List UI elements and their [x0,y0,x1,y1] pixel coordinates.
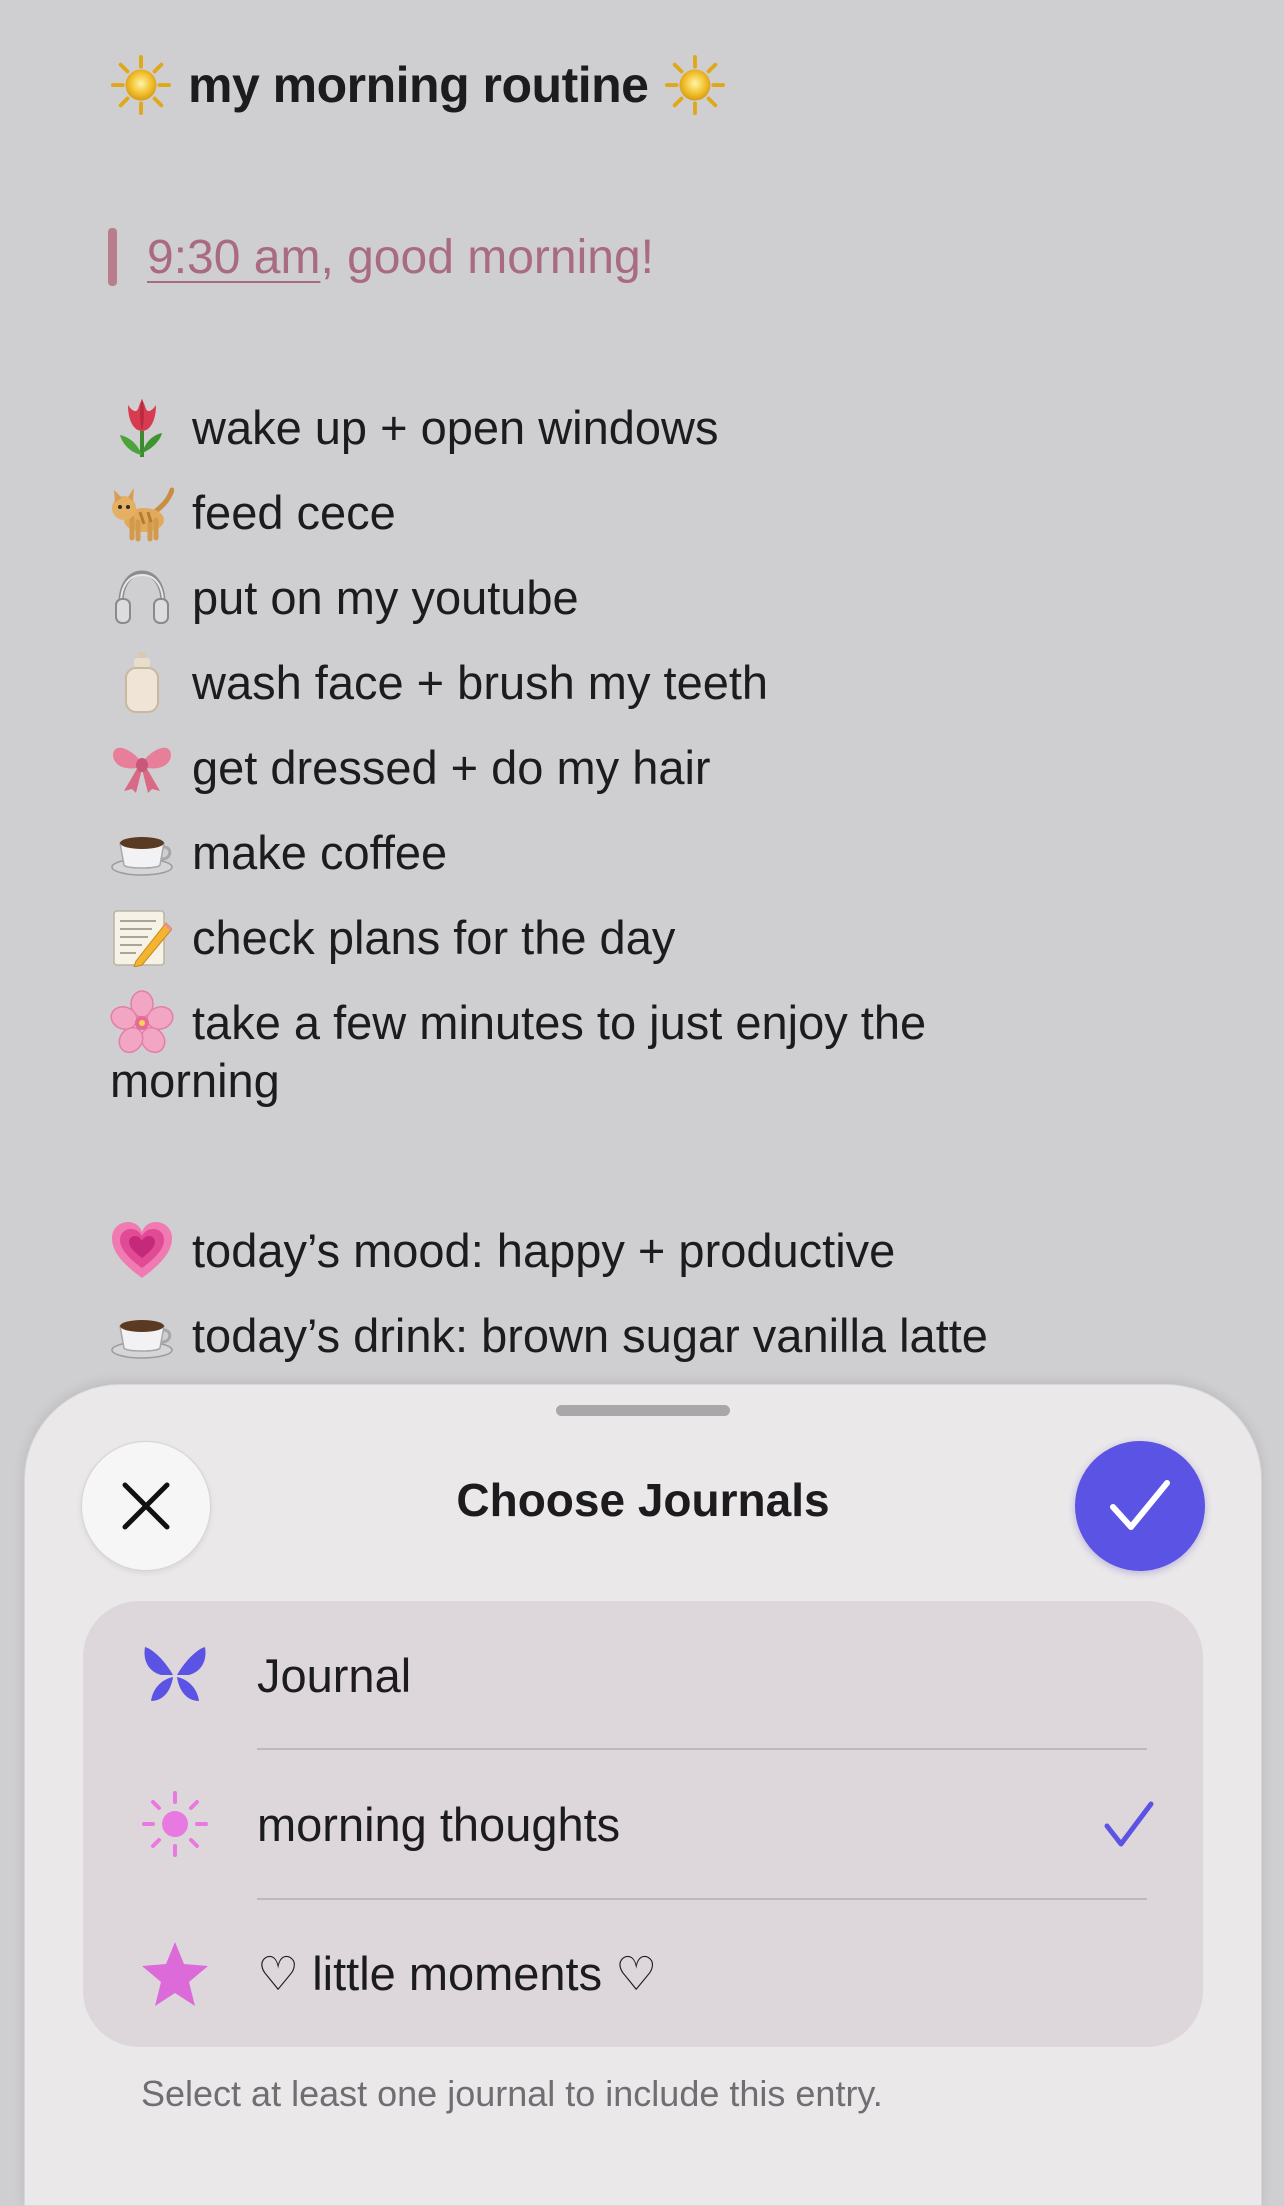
routine-item-text: make coffee [192,825,448,879]
routine-item: check plans for the day [110,902,675,972]
entry-title: my morning routine [188,57,649,113]
quote-bar [108,228,117,286]
block-quote: 9:30 am, good morning! [108,225,654,289]
star-icon [139,1938,211,2010]
routine-item: make coffee [110,817,447,887]
entry-title-row: my morning routine [110,50,726,120]
routine-item: wake up + open windows [110,392,718,462]
sheet-footnote: Select at least one journal to include t… [141,2073,883,2114]
journal-option-morning-thoughts[interactable]: morning thoughts [83,1750,1203,1898]
routine-item-text: take a few minutes to just enjoy the [192,995,927,1049]
routine-item: take a few minutes to just enjoy the [110,987,926,1057]
routine-item-text: check plans for the day [192,910,676,964]
quote-text: 9:30 am, good morning! [147,230,654,285]
memo-emoji-icon [110,905,174,969]
tulip-emoji-icon [110,395,174,459]
headphones-emoji-icon [110,565,174,629]
coffee-emoji-icon [110,820,174,884]
cherry-blossom-emoji-icon [110,990,174,1054]
quote-greeting: , good morning! [320,230,654,284]
journal-list: Journal morning thoughts ♡ little moment… [83,1601,1203,2047]
routine-item-text: wake up + open windows [192,400,719,454]
butterfly-icon [139,1639,211,1711]
routine-item-text: get dressed + do my hair [192,740,711,794]
lotion-bottle-emoji-icon [110,650,174,714]
mood-text: today’s mood: happy + productive [192,1223,896,1277]
quote-time-link[interactable]: 9:30 am [147,231,320,284]
journal-label: morning thoughts [257,1797,621,1851]
sun-icon [139,1788,211,1860]
sheet-grabber[interactable] [556,1405,730,1416]
ribbon-emoji-icon [110,735,174,799]
cat-emoji-icon [110,480,174,544]
routine-item: put on my youtube [110,562,579,632]
journal-label: Journal [257,1648,412,1702]
journal-label: ♡ little moments ♡ [257,1947,658,2000]
journal-entry: my morning routine 9:30 am, good morning… [0,0,1284,1400]
sun-emoji-icon [110,54,172,116]
routine-item-text: wash face + brush my teeth [192,655,769,709]
drink-text: today’s drink: brown sugar vanilla latte [192,1308,988,1362]
routine-item: feed cece [110,477,396,547]
routine-item: get dressed + do my hair [110,732,711,802]
routine-item: wash face + brush my teeth [110,647,768,717]
selected-checkmark-icon [1104,1801,1154,1847]
coffee-emoji-icon [110,1303,174,1367]
done-button[interactable] [1075,1441,1205,1571]
routine-item-text: put on my youtube [192,570,579,624]
choose-journals-sheet: Choose Journals Journal morning thoughts… [24,1384,1262,2206]
drink-line: today’s drink: brown sugar vanilla latte [110,1300,988,1370]
routine-item-continuation: morning [110,1054,280,1107]
checkmark-icon [1110,1480,1170,1530]
journal-option-journal[interactable]: Journal [83,1601,1203,1749]
journal-option-little-moments[interactable]: ♡ little moments ♡ [83,1900,1203,2047]
mood-line: today’s mood: happy + productive [110,1215,895,1285]
routine-item-text: feed cece [192,485,396,539]
growing-heart-emoji-icon [110,1218,174,1282]
sun-emoji-icon [665,54,726,116]
